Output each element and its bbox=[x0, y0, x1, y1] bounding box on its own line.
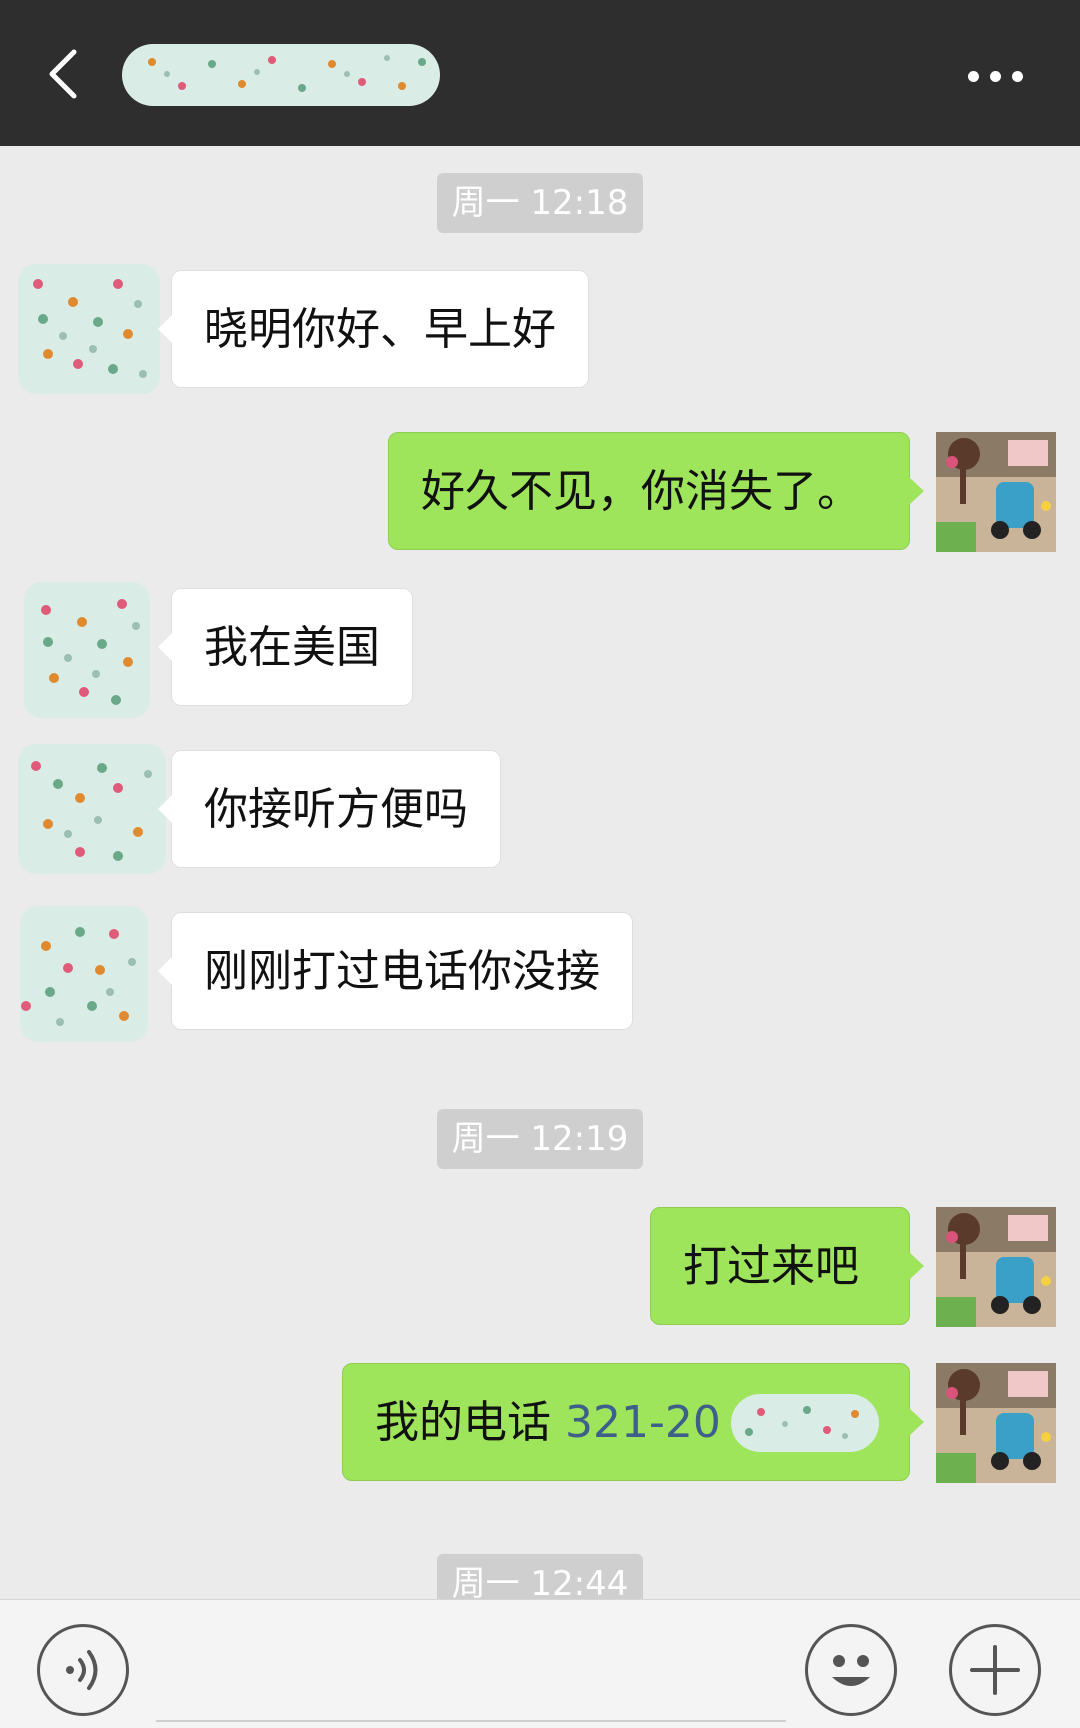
back-button[interactable] bbox=[30, 38, 100, 108]
voice-button[interactable] bbox=[37, 1624, 129, 1716]
contact-avatar[interactable] bbox=[24, 582, 150, 718]
message-bubble[interactable]: 刚刚打过电话你没接 bbox=[158, 912, 633, 1030]
message-text: 晓明你好、早上好 bbox=[204, 304, 556, 355]
contact-avatar[interactable] bbox=[18, 744, 166, 874]
input-bar bbox=[0, 1599, 1080, 1728]
my-avatar[interactable] bbox=[936, 1363, 1056, 1483]
message-input[interactable] bbox=[156, 1620, 786, 1722]
message-text: 刚刚打过电话你没接 bbox=[204, 946, 600, 997]
contact-name-redacted bbox=[122, 44, 440, 106]
plus-icon bbox=[970, 1645, 1020, 1695]
message-bubble[interactable]: 打过来吧 bbox=[650, 1207, 924, 1325]
contact-avatar[interactable] bbox=[18, 264, 160, 394]
voice-icon bbox=[66, 1650, 98, 1690]
my-avatar[interactable] bbox=[936, 1207, 1056, 1327]
plus-button[interactable] bbox=[949, 1624, 1041, 1716]
more-dots-icon bbox=[968, 71, 979, 82]
my-avatar[interactable] bbox=[936, 432, 1056, 552]
chat-header bbox=[0, 0, 1080, 146]
contact-avatar[interactable] bbox=[20, 906, 148, 1042]
emoji-button[interactable] bbox=[805, 1624, 897, 1716]
message-bubble[interactable]: 你接听方便吗 bbox=[158, 750, 501, 868]
message-text: 你接听方便吗 bbox=[204, 784, 468, 835]
message-bubble[interactable]: 我在美国 bbox=[158, 588, 413, 706]
more-options-button[interactable] bbox=[950, 50, 1040, 100]
chat-message-list[interactable]: 周一 12:18 晓明你好、早上好 好久不见，你消失了。 我在美国 你接听方便吗… bbox=[0, 146, 1080, 1599]
message-text: 打过来吧 bbox=[683, 1241, 859, 1292]
message-bubble[interactable]: 我的电话 321-20 bbox=[342, 1363, 924, 1481]
message-bubble[interactable]: 好久不见，你消失了。 bbox=[388, 432, 924, 550]
message-text: 我的电话 bbox=[375, 1397, 565, 1448]
phone-number-redacted bbox=[731, 1394, 879, 1452]
timestamp: 周一 12:44 bbox=[437, 1554, 643, 1599]
emoji-icon bbox=[832, 1655, 870, 1686]
message-text: 好久不见，你消失了。 bbox=[421, 466, 861, 517]
message-text: 我在美国 bbox=[204, 622, 380, 673]
timestamp: 周一 12:19 bbox=[437, 1109, 643, 1169]
timestamp: 周一 12:18 bbox=[437, 173, 643, 233]
phone-number-link[interactable]: 321-20 bbox=[565, 1397, 721, 1448]
chevron-left-icon bbox=[49, 49, 77, 99]
message-bubble[interactable]: 晓明你好、早上好 bbox=[158, 270, 589, 388]
